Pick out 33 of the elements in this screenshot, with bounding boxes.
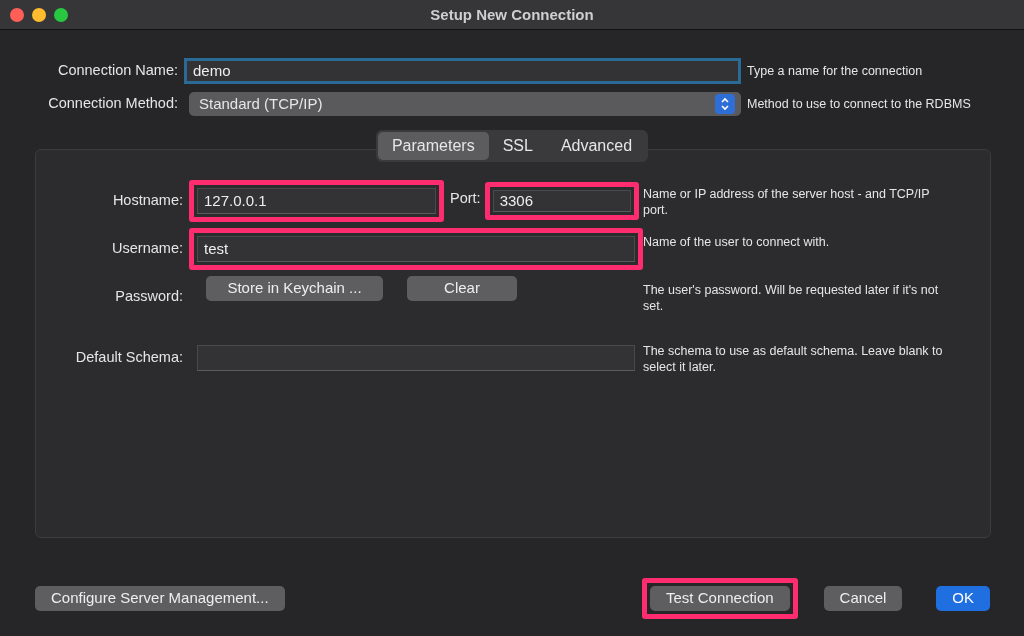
field-hint: Name of the user to connect with.: [643, 234, 831, 251]
tab[interactable]: Parameters: [377, 132, 489, 160]
field-label: Hostname:: [111, 191, 183, 210]
schema-field[interactable]: [197, 344, 635, 371]
field-label: Username:: [111, 239, 183, 258]
window-title: Setup New Connection: [430, 6, 594, 23]
field-hint: Type a name for the connection: [747, 62, 924, 80]
method-dropdown[interactable]: Standard (TCP/IP): [189, 92, 741, 116]
field-hint: Name or IP address of the server host - and TCP/IP port.: [643, 186, 931, 219]
name-field[interactable]: demo: [184, 58, 741, 84]
field-hint: The schema to use as default schema. Leave blank to select it later.: [643, 342, 944, 375]
field-label: Password:: [114, 287, 183, 306]
close-icon[interactable]: [10, 8, 24, 22]
dialog-button[interactable]: OK: [936, 586, 990, 611]
username-field[interactable]: test: [197, 236, 635, 262]
minimize-icon[interactable]: [32, 8, 46, 22]
password-button[interactable]: Clear: [407, 276, 517, 301]
tab[interactable]: SSL: [488, 132, 547, 160]
field-label: Default Schema:: [74, 347, 183, 367]
field-label: Connection Method:: [47, 94, 178, 114]
port-field[interactable]: 3306: [492, 190, 631, 212]
dialog-button[interactable]: Test Connection: [650, 586, 790, 611]
maximize-icon[interactable]: [54, 8, 68, 22]
dialog-button[interactable]: Configure Server Management...: [35, 586, 285, 611]
dropdown-arrows-icon: [715, 94, 735, 114]
field-hint: The user's password. Will be requested later if it's not set.: [643, 282, 940, 315]
port-label: Port:: [450, 189, 481, 208]
tab[interactable]: Advanced: [546, 132, 647, 160]
field-label: Connection Name:: [56, 61, 178, 81]
hostname-field[interactable]: 127.0.0.1: [197, 188, 436, 214]
password-button[interactable]: Store in Keychain ...: [206, 276, 383, 301]
field-hint: Method to use to connect to the RDBMS: [747, 95, 972, 113]
dialog-button[interactable]: Cancel: [823, 586, 903, 611]
